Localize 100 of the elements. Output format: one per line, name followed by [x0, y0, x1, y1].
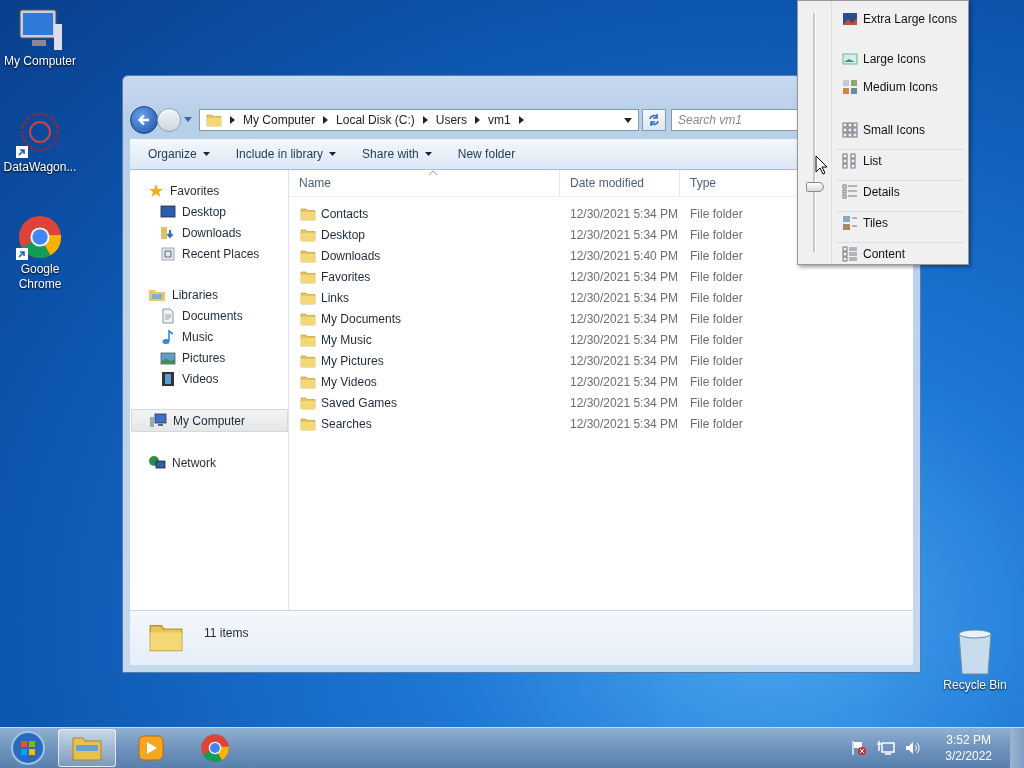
nav-item[interactable]: Music — [130, 326, 288, 347]
column-header[interactable]: Name — [289, 170, 560, 196]
view-menu-item[interactable]: Details — [836, 180, 964, 202]
type-cell-text: File folder — [689, 374, 744, 389]
desktop-icon-label[interactable]: Recycle Bin — [943, 678, 1007, 693]
type-cell-text: File folder — [689, 311, 744, 326]
view-menu-item[interactable]: List — [836, 149, 964, 171]
back-button[interactable] — [130, 106, 158, 134]
date-cell-text: 12/30/2021 5:34 PM — [569, 353, 680, 368]
view-menu-item[interactable]: Tiles — [836, 211, 964, 233]
type-cell-text: File folder — [689, 353, 744, 368]
date-cell-text: 12/30/2021 5:34 PM — [569, 332, 680, 347]
folder-icon — [300, 290, 316, 305]
folder-icon — [300, 332, 316, 347]
folder-icon — [300, 248, 316, 263]
clock[interactable]: 3:52 PM 3/2/2022 — [939, 732, 998, 764]
view-mode-icon — [842, 51, 858, 67]
desktop-icon-label[interactable]: DataWagon... — [3, 160, 77, 175]
folder-icon — [300, 395, 316, 410]
breadcrumb-item[interactable]: Local Disk (C:) — [336, 113, 415, 127]
nav-item[interactable]: Network — [130, 452, 288, 473]
chevron-icon[interactable] — [230, 116, 235, 124]
breadcrumb-item[interactable]: My Computer — [243, 113, 316, 127]
file-name[interactable]: My Videos — [321, 374, 377, 389]
item-count: 11 items — [204, 626, 249, 640]
folder-icon — [300, 353, 316, 368]
date-cell-text: 12/30/2021 5:34 PM — [569, 206, 680, 221]
type-cell-text: File folder — [689, 269, 744, 284]
date-cell-text: 12/30/2021 5:34 PM — [569, 227, 680, 242]
date-cell-text: 12/30/2021 5:34 PM — [569, 311, 680, 326]
view-mode-icon — [842, 184, 858, 200]
network-icon[interactable] — [877, 740, 896, 756]
picture-icon — [160, 349, 176, 366]
refresh-button[interactable] — [642, 109, 666, 131]
folder-icon — [300, 416, 316, 431]
folder-icon — [300, 206, 316, 221]
view-menu-item[interactable]: Extra Large Icons — [842, 9, 964, 29]
media-player-icon — [137, 734, 165, 762]
view-menu-item[interactable]: Large Icons — [842, 49, 964, 69]
nav-item[interactable]: Pictures — [130, 347, 288, 368]
view-mode-icon — [842, 79, 858, 95]
view-menu-item[interactable]: Medium Icons — [842, 77, 964, 97]
breadcrumb-item[interactable]: vm1 — [488, 113, 511, 127]
desktop-icon-label[interactable]: Google Chrome — [0, 262, 80, 292]
slider-thumb[interactable] — [805, 182, 824, 193]
toolbar-button[interactable]: Include in library — [225, 143, 347, 165]
file-name[interactable]: Saved Games — [321, 395, 398, 410]
nav-item[interactable]: Documents — [130, 305, 288, 326]
toolbar-button[interactable]: Share with — [352, 143, 442, 165]
dropdown-arrow-icon[interactable] — [624, 117, 632, 123]
toolbar-button[interactable]: New folder — [447, 143, 526, 165]
desktop-icon-label[interactable]: My Computer — [4, 54, 76, 69]
nav-item[interactable]: Downloads — [130, 222, 288, 243]
type-cell-text: File folder — [689, 248, 744, 263]
file-name[interactable]: Links — [321, 290, 349, 305]
nav-item[interactable]: Libraries — [130, 284, 288, 305]
recent-places-icon — [160, 245, 176, 262]
refresh-icon — [647, 113, 661, 127]
flag-icon[interactable] — [851, 740, 868, 756]
chevron-icon[interactable] — [323, 116, 329, 124]
chevron-icon[interactable] — [518, 116, 524, 124]
file-name[interactable]: Favorites — [321, 269, 371, 284]
nav-item[interactable]: My Computer — [131, 409, 288, 432]
view-mode-icon — [842, 11, 858, 27]
chevron-icon[interactable] — [422, 116, 428, 124]
chevron-icon[interactable] — [475, 116, 481, 124]
chrome-icon — [16, 214, 64, 260]
nav-item[interactable]: Recent Places — [130, 243, 288, 264]
chrome-icon — [200, 733, 230, 763]
arrow-left-icon — [137, 113, 151, 127]
nav-item[interactable]: Desktop — [130, 201, 288, 222]
type-cell-text: File folder — [689, 395, 744, 410]
date-cell-text: 12/30/2021 5:34 PM — [569, 395, 680, 410]
file-name[interactable]: Contacts — [321, 206, 369, 221]
type-cell-text: File folder — [689, 332, 744, 347]
address-bar[interactable]: My Computer Local Disk (C:) Users vm1 — [199, 109, 639, 131]
type-cell-text: File folder — [689, 227, 744, 242]
music-note-icon — [160, 328, 176, 345]
file-name[interactable]: Desktop — [321, 227, 366, 242]
taskbar-app-button[interactable] — [58, 729, 116, 767]
type-cell-text: File folder — [689, 416, 744, 431]
view-menu-item[interactable]: Content — [836, 242, 964, 264]
type-cell-text: File folder — [689, 206, 744, 221]
date-cell-text: 12/30/2021 5:40 PM — [569, 248, 680, 263]
document-icon — [160, 307, 176, 324]
file-name[interactable]: Downloads — [321, 248, 381, 263]
file-name[interactable]: My Music — [321, 332, 372, 347]
date-cell-text: 12/30/2021 5:34 PM — [569, 416, 680, 431]
nav-item[interactable]: Videos — [130, 368, 288, 389]
file-name[interactable]: My Documents — [321, 311, 402, 326]
column-header[interactable]: Date modified — [560, 170, 680, 196]
date-cell-text: 12/30/2021 5:34 PM — [569, 269, 680, 284]
type-cell-text: File folder — [689, 290, 744, 305]
toolbar-button[interactable]: Organize — [138, 143, 220, 165]
view-mode-icon — [842, 215, 858, 231]
breadcrumb-item[interactable]: Users — [435, 113, 468, 127]
speaker-icon[interactable] — [905, 740, 922, 756]
nav-item[interactable]: Favorites — [130, 180, 288, 201]
file-name[interactable]: My Pictures — [321, 353, 384, 368]
file-name[interactable]: Searches — [321, 416, 372, 431]
